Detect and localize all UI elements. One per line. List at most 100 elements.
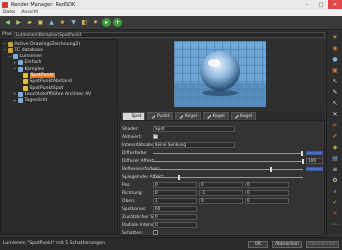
tree-node[interactable]: SpotPunktSpot bbox=[18, 85, 63, 91]
check-icon[interactable]: ✓ bbox=[330, 198, 340, 207]
apply-button[interactable]: Übernehmen bbox=[306, 241, 339, 248]
expander-icon[interactable] bbox=[18, 86, 22, 90]
light-icon[interactable]: ☀ bbox=[330, 33, 340, 42]
app-icon bbox=[2, 1, 8, 8]
diffuse-color-slider[interactable] bbox=[153, 153, 303, 154]
material-icon[interactable]: ◉ bbox=[330, 44, 340, 53]
up-icon[interactable]: ▲ bbox=[47, 18, 56, 27]
arrow-icon[interactable]: ↖ bbox=[330, 99, 340, 108]
tab-kegel-1[interactable]: Kegel bbox=[175, 112, 201, 120]
render-icon[interactable]: ▣ bbox=[330, 66, 340, 75]
settings-icon[interactable]: ⚙ bbox=[330, 176, 340, 185]
expander-icon[interactable] bbox=[18, 80, 22, 84]
back-icon[interactable]: ◀ bbox=[3, 18, 12, 27]
fill-icon[interactable]: ▤ bbox=[330, 154, 340, 163]
active-checkbox[interactable]: ✓ bbox=[153, 134, 158, 139]
tree-node[interactable]: − Active Drawing(Zeichnung2) bbox=[3, 41, 80, 47]
light-icon bbox=[126, 114, 130, 119]
sphere-icon[interactable]: ● bbox=[330, 55, 340, 64]
expander-icon[interactable]: − bbox=[3, 42, 7, 46]
up-z-input[interactable]: 0 bbox=[245, 198, 289, 204]
tree-node[interactable]: + LeuchtstoffRöhre Architec AV bbox=[13, 91, 91, 97]
gear-icon[interactable]: ✷ bbox=[91, 18, 100, 27]
layer-icon[interactable]: ≡ bbox=[330, 165, 340, 174]
forward-icon[interactable]: ▶ bbox=[14, 18, 23, 27]
dir-z-input[interactable]: 0 bbox=[245, 190, 289, 196]
tree-node-label: LeuchtstoffRöhre Architec AV bbox=[24, 91, 92, 97]
shader-select[interactable]: Spot bbox=[153, 126, 235, 132]
expander-icon[interactable] bbox=[18, 74, 22, 78]
diffuse-effect-slider[interactable] bbox=[153, 161, 303, 162]
add-icon[interactable]: + bbox=[113, 18, 122, 27]
paint-icon[interactable]: ◈ bbox=[330, 143, 340, 152]
slider-knob[interactable] bbox=[178, 175, 180, 180]
tab-spot[interactable]: Spot bbox=[122, 112, 146, 120]
expander-icon[interactable]: − bbox=[13, 67, 17, 71]
reflection-color-swatch[interactable] bbox=[306, 167, 323, 171]
tree-node[interactable]: − TC database bbox=[3, 47, 43, 53]
close-button[interactable]: ✕ bbox=[328, 0, 342, 9]
path-field[interactable]: Lumienen\Komplex\SpotPunkt bbox=[13, 31, 325, 38]
path-bar: Pfad Lumienen\Komplex\SpotPunkt bbox=[0, 31, 325, 38]
brush-icon[interactable]: ✐ bbox=[330, 132, 340, 141]
slider-knob[interactable] bbox=[270, 167, 272, 172]
expander-icon[interactable]: + bbox=[13, 60, 17, 65]
ok-button[interactable]: OK bbox=[248, 241, 268, 248]
pos-x-input[interactable]: 0 bbox=[153, 182, 197, 188]
tree-node[interactable]: − Komplex bbox=[13, 66, 44, 72]
dir-y-input[interactable]: -1 bbox=[199, 190, 243, 196]
up-y-input[interactable]: 0 bbox=[199, 198, 243, 204]
dir-x-input[interactable]: 0 bbox=[153, 190, 197, 196]
expander-icon[interactable]: + bbox=[13, 98, 17, 103]
diffuse-effect-input[interactable]: 100 bbox=[306, 158, 323, 164]
slider-knob[interactable] bbox=[301, 151, 303, 156]
search-icon[interactable]: ⌕ bbox=[330, 187, 340, 196]
status-text: Lumienen "SpotPunkt" mit 5 Schattierunge… bbox=[3, 241, 105, 246]
expander-icon[interactable]: − bbox=[8, 54, 12, 59]
tree-node[interactable]: − Lumienen bbox=[8, 54, 42, 60]
tree-node[interactable]: + Einfach bbox=[13, 60, 41, 66]
minimize-button[interactable]: – bbox=[300, 0, 314, 9]
pos-z-input[interactable]: 0 bbox=[245, 182, 289, 188]
pen-icon[interactable]: ✎ bbox=[330, 88, 340, 97]
shadows-checkbox[interactable] bbox=[153, 230, 158, 235]
tree-node[interactable]: SpotPunkt bbox=[18, 73, 55, 79]
maximize-button[interactable]: □ bbox=[314, 0, 328, 9]
cancel-icon[interactable]: ✕ bbox=[330, 209, 340, 218]
shader-label: Shader: bbox=[122, 126, 139, 132]
intensity-select[interactable]: Keine Senkung bbox=[153, 142, 235, 148]
tree-node[interactable]: SpotPunktAbstand bbox=[18, 79, 72, 85]
tab-kegel-3[interactable]: Kegel bbox=[230, 112, 257, 120]
pencil-icon[interactable]: ✏ bbox=[330, 121, 340, 130]
star-icon[interactable]: ★ bbox=[58, 18, 67, 27]
close-icon[interactable]: ✕ bbox=[330, 110, 340, 119]
up-x-input[interactable]: 1 bbox=[153, 198, 197, 204]
slider-knob[interactable] bbox=[302, 159, 304, 164]
folder-icon[interactable]: ▰ bbox=[25, 18, 34, 27]
menu-datei[interactable]: Datei bbox=[3, 10, 15, 15]
new-icon[interactable]: ▣ bbox=[36, 18, 45, 27]
play-icon[interactable]: ▸ bbox=[102, 18, 111, 27]
dots-icon[interactable]: ⋯ bbox=[330, 220, 340, 229]
down-icon[interactable]: ▼ bbox=[69, 18, 78, 27]
pos-y-input[interactable]: 0 bbox=[199, 182, 243, 188]
diffuse-color-swatch[interactable] bbox=[306, 151, 323, 155]
export-icon[interactable]: ◧ bbox=[80, 18, 89, 27]
cursor-icon[interactable]: ↖ bbox=[330, 77, 340, 86]
tab-punkt[interactable]: Punkt bbox=[147, 112, 174, 120]
tab-kegel-2[interactable]: Kegel bbox=[202, 112, 229, 120]
extra-angle-input[interactable]: 0 bbox=[153, 214, 197, 220]
spot-angle-label: Spotkonus: bbox=[122, 206, 147, 212]
spot-angle-input[interactable]: 60 bbox=[153, 206, 197, 212]
node-icon bbox=[18, 60, 23, 66]
tree-node[interactable]: + Tageslicht bbox=[13, 98, 47, 104]
cancel-button[interactable]: Abbrechen bbox=[272, 241, 302, 248]
mirror-effect-slider[interactable] bbox=[153, 177, 303, 178]
tree-node-label: Komplex bbox=[24, 66, 45, 72]
expander-icon[interactable]: − bbox=[3, 48, 7, 52]
expander-icon[interactable]: + bbox=[13, 92, 17, 96]
reflection-color-slider[interactable] bbox=[153, 169, 303, 170]
property-tabs: Spot Punkt Kegel Kegel Kegel bbox=[119, 111, 325, 120]
radial-input[interactable]: 0 bbox=[153, 222, 197, 228]
menu-ansicht[interactable]: Ansicht bbox=[21, 10, 38, 15]
